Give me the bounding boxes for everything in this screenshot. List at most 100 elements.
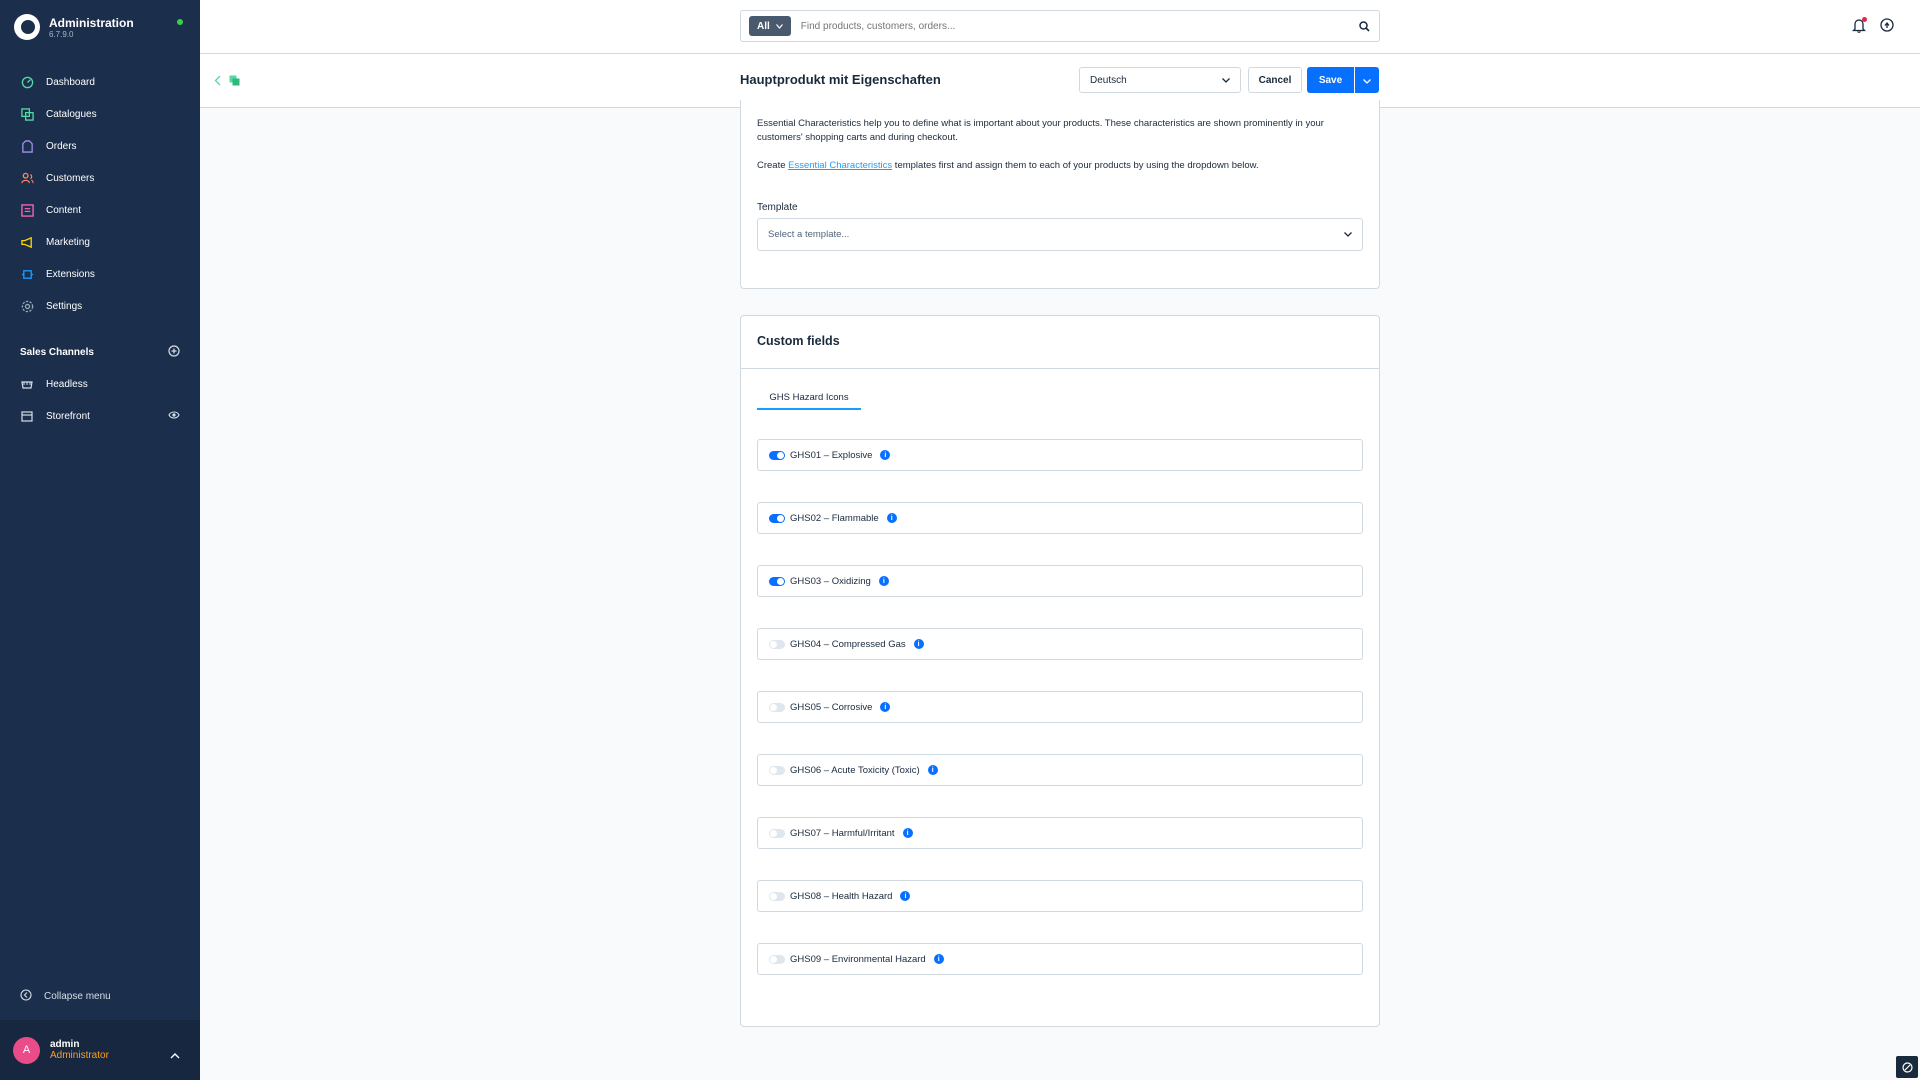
- custom-field-label: GHS01 – Explosive: [790, 449, 873, 461]
- search-icon[interactable]: [1349, 20, 1379, 32]
- essential-characteristics-link[interactable]: Essential Characteristics: [788, 160, 892, 171]
- cancel-button[interactable]: Cancel: [1248, 67, 1302, 93]
- custom-field-row: GHS03 – Oxidizing i: [757, 565, 1363, 597]
- nav-item-orders[interactable]: Orders: [0, 130, 200, 162]
- essential-characteristics-card: Essential Characteristics help you to de…: [740, 100, 1380, 289]
- brand[interactable]: Administration 6.7.9.0: [14, 14, 134, 40]
- custom-fields-title: Custom fields: [757, 334, 840, 348]
- chevron-down-icon: [1344, 229, 1352, 240]
- info-icon[interactable]: i: [880, 450, 891, 460]
- search-input[interactable]: [790, 20, 1349, 32]
- collapse-menu-button[interactable]: Collapse menu: [20, 989, 111, 1004]
- storefront-icon: [20, 409, 34, 423]
- add-sales-channel-icon[interactable]: [168, 345, 180, 360]
- toggle-switch[interactable]: [769, 513, 785, 523]
- info-icon[interactable]: i: [880, 702, 891, 712]
- save-button[interactable]: Save: [1307, 67, 1354, 93]
- custom-field-label: GHS09 – Environmental Hazard: [790, 953, 926, 965]
- nav-label: Content: [46, 204, 82, 216]
- nav-label: Extensions: [46, 268, 95, 280]
- custom-fields-card: Custom fields GHS Hazard Icons GHS01 – E…: [740, 315, 1380, 1027]
- sales-channel-list: Headless Storefront: [0, 368, 200, 432]
- toggle-switch[interactable]: [769, 576, 785, 586]
- notification-badge: [1862, 17, 1867, 22]
- collapse-label: Collapse menu: [44, 991, 111, 1002]
- nav-label: Settings: [46, 300, 83, 312]
- marketing-icon: [20, 235, 34, 249]
- toggle-switch[interactable]: [769, 702, 785, 712]
- info-icon[interactable]: i: [913, 639, 924, 649]
- page-title: Hauptprodukt mit Eigenschaften: [740, 72, 941, 87]
- nav-item-content[interactable]: Content: [0, 194, 200, 226]
- settings-icon: [20, 299, 34, 313]
- template-label: Template: [757, 202, 798, 213]
- toggle-switch[interactable]: [769, 450, 785, 460]
- info-icon[interactable]: i: [886, 513, 897, 523]
- template-placeholder: Select a template...: [768, 229, 850, 240]
- custom-field-row: GHS05 – Corrosive i: [757, 691, 1363, 723]
- info-icon[interactable]: i: [900, 891, 911, 901]
- custom-field-label: GHS08 – Health Hazard: [790, 890, 893, 902]
- custom-field-row: GHS06 – Acute Toxicity (Toxic) i: [757, 754, 1363, 786]
- shopware-logo: [14, 14, 40, 40]
- main-nav: Dashboard Catalogues Orders Customers Co…: [0, 66, 200, 322]
- chevron-down-icon: [1222, 75, 1230, 86]
- toggle-switch[interactable]: [769, 891, 785, 901]
- help-icon[interactable]: [1880, 18, 1894, 38]
- customers-icon: [20, 171, 34, 185]
- nav-item-customers[interactable]: Customers: [0, 162, 200, 194]
- hint-prefix: Create: [757, 160, 789, 171]
- chevron-down-icon: [1363, 71, 1371, 89]
- orders-icon: [20, 139, 34, 153]
- nav-item-settings[interactable]: Settings: [0, 290, 200, 322]
- devtools-icon[interactable]: [1896, 1056, 1918, 1078]
- nav-item-catalogues[interactable]: Catalogues: [0, 98, 200, 130]
- info-icon[interactable]: i: [933, 954, 944, 964]
- custom-field-list: GHS01 – Explosive i GHS02 – Flammable i GHS0…: [757, 439, 1363, 1006]
- app-title: Administration: [49, 15, 134, 30]
- nav-item-dashboard[interactable]: Dashboard: [0, 66, 200, 98]
- custom-field-label: GHS05 – Corrosive: [790, 701, 873, 713]
- hint-suffix: templates first and assign them to each …: [892, 160, 1259, 171]
- top-actions: [1851, 17, 1894, 38]
- app-version: 6.7.9.0: [49, 29, 74, 39]
- custom-field-row: GHS02 – Flammable i: [757, 502, 1363, 534]
- language-select[interactable]: Deutsch: [1079, 67, 1241, 93]
- chevron-left-icon[interactable]: [214, 73, 221, 91]
- divider: [741, 368, 1379, 369]
- bell-icon[interactable]: [1851, 17, 1867, 38]
- custom-field-row: GHS09 – Environmental Hazard i: [757, 943, 1363, 975]
- toggle-switch[interactable]: [769, 954, 785, 964]
- search-type-dropdown[interactable]: All: [749, 16, 791, 36]
- extensions-icon: [20, 267, 34, 281]
- user-menu[interactable]: A admin Administrator: [0, 1020, 200, 1080]
- nav-item-extensions[interactable]: Extensions: [0, 258, 200, 290]
- collapse-icon: [20, 989, 32, 1004]
- info-icon[interactable]: i: [878, 576, 889, 586]
- top-bar: All: [200, 0, 1920, 54]
- basket-icon: [20, 377, 34, 391]
- user-role: Administrator: [50, 1050, 109, 1061]
- template-select[interactable]: Select a template...: [757, 218, 1363, 251]
- nav-label: Dashboard: [46, 76, 95, 88]
- nav-item-marketing[interactable]: Marketing: [0, 226, 200, 258]
- sales-channel-label: Headless: [46, 378, 88, 390]
- info-icon[interactable]: i: [902, 828, 913, 838]
- sales-channel-storefront[interactable]: Storefront: [0, 400, 200, 432]
- nav-label: Customers: [46, 172, 95, 184]
- avatar: A: [13, 1036, 40, 1064]
- chevron-up-icon: [170, 1046, 180, 1064]
- tab-ghs-hazard-icons[interactable]: GHS Hazard Icons: [757, 392, 861, 410]
- toggle-switch[interactable]: [769, 639, 785, 649]
- toggle-switch[interactable]: [769, 828, 785, 838]
- catalogue-icon: [229, 73, 240, 91]
- custom-field-label: GHS02 – Flammable: [790, 512, 879, 524]
- sales-channel-headless[interactable]: Headless: [0, 368, 200, 400]
- custom-field-label: GHS06 – Acute Toxicity (Toxic): [790, 764, 920, 776]
- save-options-button[interactable]: [1355, 67, 1379, 93]
- back-navigation[interactable]: [214, 73, 240, 91]
- sales-channels-header: Sales Channels: [20, 345, 180, 360]
- toggle-switch[interactable]: [769, 765, 785, 775]
- info-icon[interactable]: i: [927, 765, 938, 775]
- eye-icon[interactable]: [168, 410, 180, 423]
